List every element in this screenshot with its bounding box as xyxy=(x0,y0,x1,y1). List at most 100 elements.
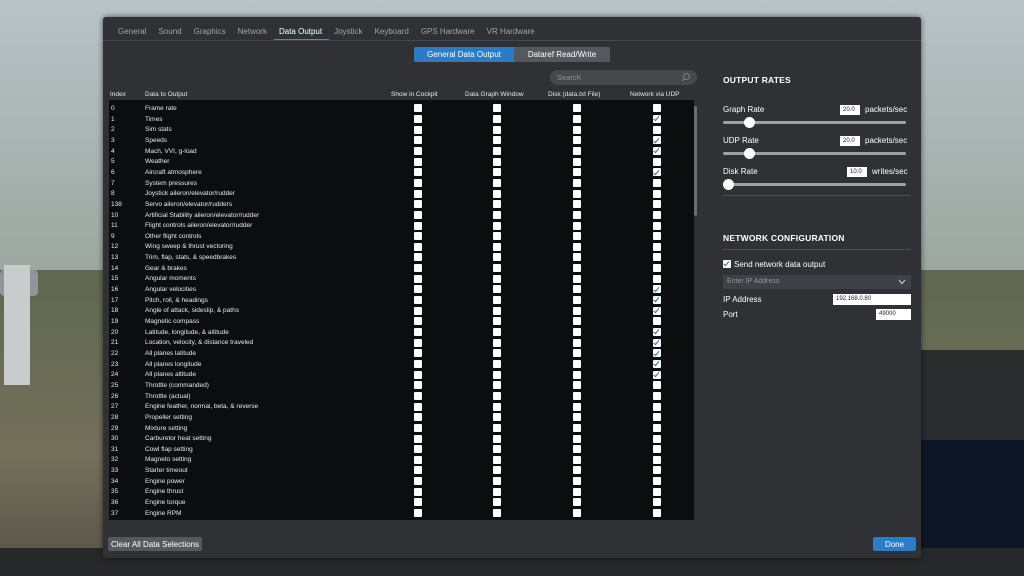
data-graph-checkbox[interactable] xyxy=(493,338,501,347)
network-udp-checkbox[interactable] xyxy=(653,232,661,241)
network-udp-checkbox[interactable] xyxy=(653,253,661,262)
disk-checkbox[interactable] xyxy=(573,125,581,134)
disk-rate-slider[interactable] xyxy=(723,179,906,190)
show-in-cockpit-checkbox[interactable] xyxy=(414,264,422,273)
show-in-cockpit-checkbox[interactable] xyxy=(414,498,422,507)
disk-checkbox[interactable] xyxy=(573,210,581,219)
tab-sound[interactable]: Sound xyxy=(153,23,188,41)
network-udp-checkbox[interactable] xyxy=(653,104,661,113)
tab-joystick[interactable]: Joystick xyxy=(329,23,369,41)
data-graph-checkbox[interactable] xyxy=(493,359,501,368)
network-udp-checkbox[interactable] xyxy=(653,168,661,177)
tab-gps-hardware[interactable]: GPS Hardware xyxy=(416,23,482,41)
data-graph-checkbox[interactable] xyxy=(493,349,501,358)
show-in-cockpit-checkbox[interactable] xyxy=(414,306,422,315)
disk-checkbox[interactable] xyxy=(573,221,581,230)
show-in-cockpit-checkbox[interactable] xyxy=(414,338,422,347)
disk-checkbox[interactable] xyxy=(573,381,581,390)
show-in-cockpit-checkbox[interactable] xyxy=(414,423,422,432)
done-button[interactable]: Done xyxy=(873,537,916,551)
data-graph-checkbox[interactable] xyxy=(493,402,501,411)
show-in-cockpit-checkbox[interactable] xyxy=(414,189,422,198)
disk-checkbox[interactable] xyxy=(573,285,581,294)
network-udp-checkbox[interactable] xyxy=(653,466,661,475)
network-udp-checkbox[interactable] xyxy=(653,349,661,358)
disk-checkbox[interactable] xyxy=(573,359,581,368)
ip-address-field[interactable]: 192.168.0.80 xyxy=(833,294,911,305)
data-graph-checkbox[interactable] xyxy=(493,146,501,155)
network-udp-checkbox[interactable] xyxy=(653,402,661,411)
network-udp-checkbox[interactable] xyxy=(653,264,661,273)
network-udp-checkbox[interactable] xyxy=(653,178,661,187)
tab-data-output[interactable]: Data Output xyxy=(273,23,330,41)
network-udp-checkbox[interactable] xyxy=(653,477,661,486)
network-udp-checkbox[interactable] xyxy=(653,317,661,326)
disk-checkbox[interactable] xyxy=(573,115,581,124)
disk-checkbox[interactable] xyxy=(573,338,581,347)
data-graph-checkbox[interactable] xyxy=(493,200,501,209)
network-udp-checkbox[interactable] xyxy=(653,434,661,443)
data-graph-checkbox[interactable] xyxy=(493,445,501,454)
data-graph-checkbox[interactable] xyxy=(493,115,501,124)
data-graph-checkbox[interactable] xyxy=(493,168,501,177)
disk-checkbox[interactable] xyxy=(573,466,581,475)
data-graph-checkbox[interactable] xyxy=(493,189,501,198)
show-in-cockpit-checkbox[interactable] xyxy=(414,381,422,390)
tab-keyboard[interactable]: Keyboard xyxy=(370,23,416,41)
data-graph-checkbox[interactable] xyxy=(493,391,501,400)
data-graph-checkbox[interactable] xyxy=(493,296,501,305)
network-udp-checkbox[interactable] xyxy=(653,285,661,294)
send-network-checkbox[interactable] xyxy=(723,260,731,268)
data-graph-checkbox[interactable] xyxy=(493,264,501,273)
show-in-cockpit-checkbox[interactable] xyxy=(414,466,422,475)
disk-checkbox[interactable] xyxy=(573,136,581,145)
port-field[interactable]: 49000 xyxy=(876,309,911,320)
show-in-cockpit-checkbox[interactable] xyxy=(414,125,422,134)
udp-rate-slider[interactable] xyxy=(723,148,906,159)
show-in-cockpit-checkbox[interactable] xyxy=(414,157,422,166)
disk-checkbox[interactable] xyxy=(573,242,581,251)
show-in-cockpit-checkbox[interactable] xyxy=(414,146,422,155)
table-scrollbar[interactable] xyxy=(694,106,697,216)
network-udp-checkbox[interactable] xyxy=(653,498,661,507)
disk-checkbox[interactable] xyxy=(573,445,581,454)
data-graph-checkbox[interactable] xyxy=(493,253,501,262)
network-udp-checkbox[interactable] xyxy=(653,328,661,337)
disk-checkbox[interactable] xyxy=(573,253,581,262)
network-udp-checkbox[interactable] xyxy=(653,242,661,251)
show-in-cockpit-checkbox[interactable] xyxy=(414,104,422,113)
network-udp-checkbox[interactable] xyxy=(653,157,661,166)
disk-checkbox[interactable] xyxy=(573,317,581,326)
ip-address-dropdown[interactable]: Enter IP Address xyxy=(723,275,911,289)
show-in-cockpit-checkbox[interactable] xyxy=(414,285,422,294)
network-udp-checkbox[interactable] xyxy=(653,445,661,454)
data-graph-checkbox[interactable] xyxy=(493,232,501,241)
show-in-cockpit-checkbox[interactable] xyxy=(414,115,422,124)
network-udp-checkbox[interactable] xyxy=(653,359,661,368)
network-udp-checkbox[interactable] xyxy=(653,370,661,379)
data-graph-checkbox[interactable] xyxy=(493,242,501,251)
network-udp-checkbox[interactable] xyxy=(653,487,661,496)
disk-checkbox[interactable] xyxy=(573,349,581,358)
disk-checkbox[interactable] xyxy=(573,328,581,337)
disk-checkbox[interactable] xyxy=(573,391,581,400)
show-in-cockpit-checkbox[interactable] xyxy=(414,349,422,358)
disk-checkbox[interactable] xyxy=(573,306,581,315)
udp-rate-knob[interactable] xyxy=(743,148,755,159)
data-graph-checkbox[interactable] xyxy=(493,125,501,134)
data-graph-checkbox[interactable] xyxy=(493,285,501,294)
data-graph-checkbox[interactable] xyxy=(493,466,501,475)
data-graph-checkbox[interactable] xyxy=(493,178,501,187)
network-udp-checkbox[interactable] xyxy=(653,413,661,422)
tab-network[interactable]: Network xyxy=(233,23,274,41)
segment-dataref-read-write[interactable]: Dataref Read/Write xyxy=(514,47,610,62)
network-udp-checkbox[interactable] xyxy=(653,391,661,400)
data-graph-checkbox[interactable] xyxy=(493,317,501,326)
network-udp-checkbox[interactable] xyxy=(653,136,661,145)
data-graph-checkbox[interactable] xyxy=(493,423,501,432)
data-graph-checkbox[interactable] xyxy=(493,370,501,379)
network-udp-checkbox[interactable] xyxy=(653,221,661,230)
disk-checkbox[interactable] xyxy=(573,370,581,379)
data-graph-checkbox[interactable] xyxy=(493,498,501,507)
network-udp-checkbox[interactable] xyxy=(653,306,661,315)
